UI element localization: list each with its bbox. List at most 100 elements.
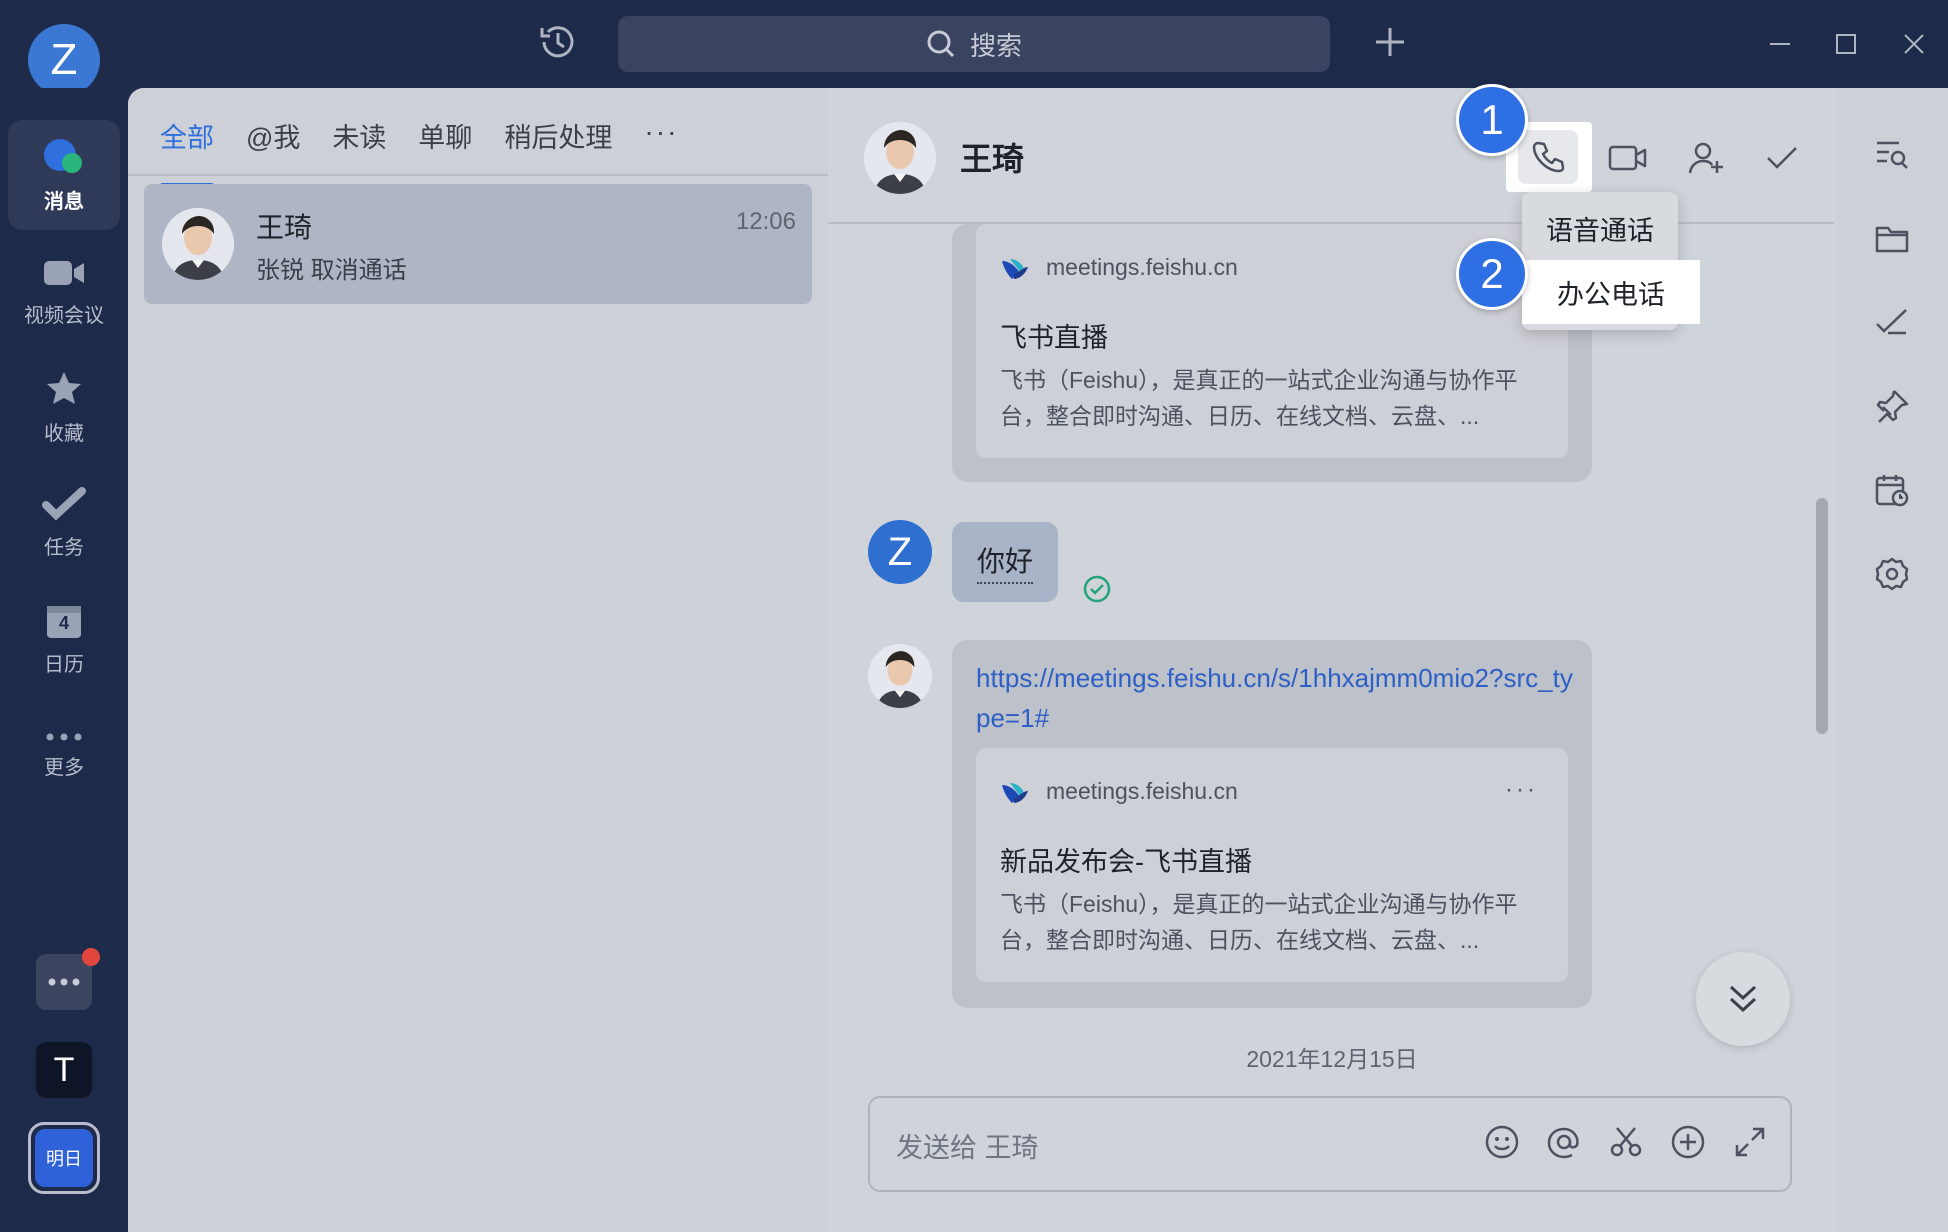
video-camera-icon [42, 255, 86, 291]
close-icon[interactable] [1896, 26, 1932, 62]
tab-direct[interactable]: 单聊 [418, 110, 472, 170]
search-history-icon[interactable] [1870, 132, 1914, 176]
message-composer[interactable]: 发送给 王琦 [868, 1096, 1792, 1192]
maximize-icon[interactable] [1828, 26, 1864, 62]
minimize-icon[interactable] [1762, 26, 1798, 62]
rail-item-messages[interactable]: 消息 [8, 120, 120, 230]
app-t-button[interactable]: T [36, 1042, 92, 1098]
menu-item-voice-call[interactable]: 语音通话 [1522, 196, 1678, 260]
phone-call-button[interactable] [1518, 130, 1578, 184]
add-icon[interactable] [1370, 22, 1410, 62]
task-check-icon[interactable] [1870, 300, 1914, 344]
folder-icon[interactable] [1870, 216, 1914, 260]
tomorrow-app-button[interactable]: 明日 [28, 1122, 100, 1194]
search-icon [926, 29, 956, 59]
more-dots-icon [44, 731, 84, 743]
rail-item-label: 收藏 [44, 422, 84, 445]
chat-filter-tabs: 全部 @我 未读 单聊 稍后处理 ··· [160, 110, 678, 188]
step-marker-2: 2 [1456, 238, 1528, 310]
card-more-button[interactable]: ··· [1505, 776, 1538, 804]
message-link[interactable]: https://meetings.feishu.cn/s/1hhxajmm0mi… [976, 658, 1576, 738]
video-camera-icon [1608, 142, 1648, 174]
scrollbar-thumb[interactable] [1816, 498, 1828, 734]
tab-unread[interactable]: 未读 [332, 110, 386, 170]
rail-item-label: 消息 [44, 190, 84, 213]
title-bar: Z 搜索 [0, 0, 1948, 96]
rail-item-calendar[interactable]: 4 日历 [8, 584, 120, 694]
add-user-icon [1687, 139, 1725, 177]
rail-item-tasks[interactable]: 任务 [8, 468, 120, 578]
expand-icon[interactable] [1730, 1122, 1770, 1162]
feishu-logo-icon [1000, 255, 1030, 281]
video-call-button[interactable] [1602, 132, 1654, 184]
rail-item-favorites[interactable]: 收藏 [8, 352, 120, 462]
emoji-icon[interactable] [1482, 1122, 1522, 1162]
side-tools-rail [1836, 88, 1948, 1232]
avatar [162, 208, 234, 280]
settings-gear-icon[interactable] [1870, 552, 1914, 596]
rail-item-label: 视频会议 [24, 304, 104, 327]
check-icon [1765, 144, 1799, 172]
feishu-logo-icon [1000, 779, 1030, 805]
pin-icon[interactable] [1870, 384, 1914, 428]
message-card: https://meetings.feishu.cn/s/1hhxajmm0mi… [952, 640, 1592, 1008]
tab-all[interactable]: 全部 [160, 110, 214, 188]
rail-item-label: 日历 [44, 653, 84, 676]
chat-preview: 张锐 取消通话 [256, 257, 407, 284]
scroll-to-bottom-button[interactable] [1696, 952, 1790, 1046]
conversation-title: 王琦 [960, 141, 1025, 177]
message-text: 你好 [976, 540, 1033, 584]
add-member-button[interactable] [1680, 132, 1732, 184]
chat-bubble-icon [42, 137, 86, 177]
calendar-clock-icon[interactable] [1870, 468, 1914, 512]
mention-icon[interactable] [1544, 1122, 1584, 1162]
card-title: 新品发布会-飞书直播 [1000, 847, 1252, 877]
tomorrow-label: 明日 [35, 1129, 93, 1187]
chat-time: 12:06 [735, 208, 796, 235]
add-circle-icon[interactable] [1668, 1122, 1708, 1162]
search-input[interactable]: 搜索 [618, 16, 1330, 72]
composer-placeholder: 发送给 王琦 [896, 1133, 1039, 1163]
avatar[interactable] [864, 122, 936, 194]
site-domain: meetings.feishu.cn [1046, 254, 1238, 280]
phone-icon [1530, 139, 1566, 175]
more-apps-button[interactable] [36, 948, 100, 1010]
link-preview-card[interactable]: meetings.feishu.cn ··· 新品发布会-飞书直播 飞书（Fei… [976, 748, 1568, 982]
site-domain: meetings.feishu.cn [1046, 778, 1238, 804]
chat-list-panel: 全部 @我 未读 单聊 稍后处理 ··· 王琦 张锐 取消通话 12:06 [128, 88, 828, 1232]
notification-dot [82, 948, 100, 966]
calendar-icon: 4 [46, 602, 82, 640]
card-description: 飞书（Feishu），是真正的一站式企业沟通与协作平台，整合即时沟通、日历、在线… [1000, 367, 1518, 429]
card-title: 飞书直播 [1000, 323, 1108, 353]
search-placeholder: 搜索 [969, 30, 1022, 61]
read-receipt-icon [1082, 574, 1112, 604]
call-options-menu: 语音通话 办公电话 [1522, 192, 1700, 330]
divider [128, 174, 828, 176]
rail-item-label: 任务 [44, 536, 84, 559]
tab-later[interactable]: 稍后处理 [504, 110, 612, 170]
avatar[interactable] [868, 644, 932, 708]
date-separator: 2021年12月15日 [1246, 1046, 1418, 1072]
menu-item-office-phone[interactable]: 办公电话 [1522, 260, 1700, 324]
rail-item-label: 更多 [44, 756, 84, 779]
chat-list-item[interactable]: 王琦 张锐 取消通话 12:06 [144, 184, 812, 304]
tabs-more-button[interactable]: ··· [644, 110, 678, 170]
rail-item-video-meetings[interactable]: 视频会议 [8, 236, 120, 346]
avatar[interactable]: Z [868, 520, 932, 584]
site-row: meetings.feishu.cn [1000, 254, 1238, 281]
site-row: meetings.feishu.cn [1000, 778, 1238, 805]
scissors-icon[interactable] [1606, 1122, 1646, 1162]
user-avatar[interactable]: Z [28, 24, 100, 96]
card-description: 飞书（Feishu），是真正的一站式企业沟通与协作平台，整合即时沟通、日历、在线… [1000, 891, 1518, 953]
left-rail: 消息 视频会议 收藏 任务 4 日历 更多 T 明日 [0, 88, 128, 1232]
chat-name: 王琦 [256, 212, 313, 243]
rail-item-more[interactable]: 更多 [8, 700, 120, 810]
task-check-icon [42, 486, 86, 523]
tab-mentions[interactable]: @我 [246, 110, 300, 170]
history-icon[interactable] [536, 20, 580, 64]
composer-tools [1482, 1122, 1770, 1162]
more-dots-icon [46, 977, 82, 987]
message-bubble[interactable]: 你好 [952, 522, 1058, 602]
star-icon [44, 369, 84, 409]
mark-done-button[interactable] [1756, 132, 1808, 184]
